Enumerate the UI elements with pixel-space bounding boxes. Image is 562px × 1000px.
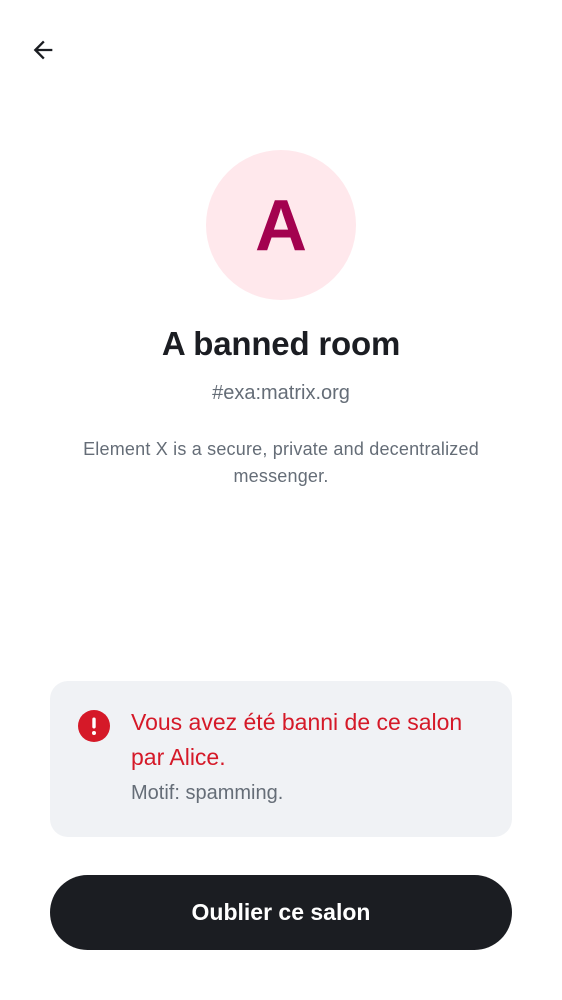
ban-notice-card: Vous avez été banni de ce salon par Alic… (50, 681, 512, 837)
room-avatar: A (206, 150, 356, 300)
room-topic: Element X is a secure, private and decen… (83, 439, 479, 486)
error-icon (78, 710, 110, 742)
room-name: A banned room (161, 325, 401, 362)
arrow-left-icon (33, 40, 53, 60)
forget-room-button[interactable]: Oublier ce salon (50, 875, 512, 950)
ban-notice-title: Vous avez été banni de ce salon par Alic… (131, 709, 463, 770)
ban-notice-reason: Motif: spamming. (131, 782, 284, 804)
room-avatar-initial: A (255, 186, 307, 266)
room-alias: #exa:matrix.org (212, 382, 350, 404)
back-button[interactable] (22, 29, 64, 71)
